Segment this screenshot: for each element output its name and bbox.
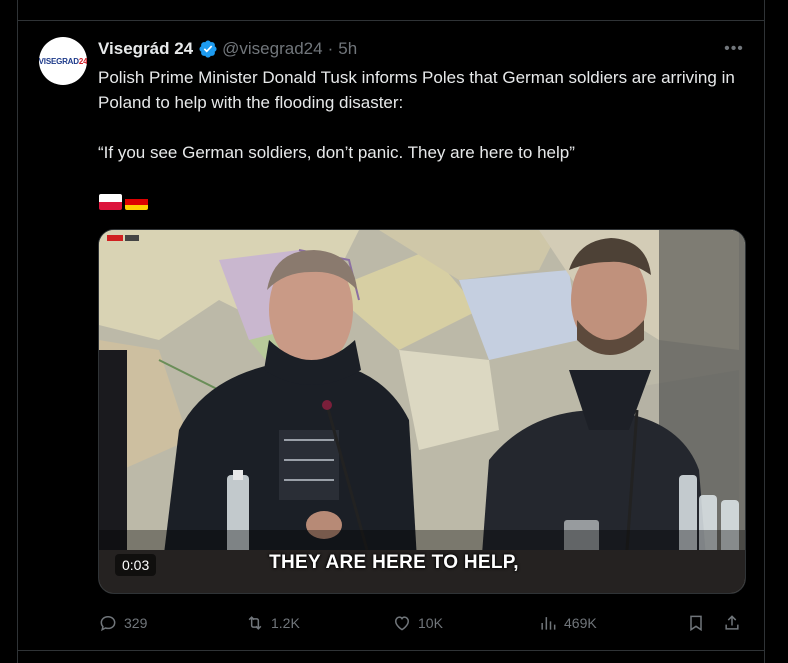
- tweet-actions: 329 1.2K 10K 469K: [98, 609, 748, 637]
- bookmark-button[interactable]: [686, 609, 712, 637]
- reply-button[interactable]: 329: [98, 609, 147, 637]
- views-button[interactable]: 469K: [538, 609, 597, 637]
- tweet-quote: “If you see German soldiers, don’t panic…: [98, 143, 575, 162]
- reply-count: 329: [124, 615, 148, 631]
- like-button[interactable]: 10K: [392, 609, 443, 637]
- tweet-header: Visegrád 24 @visegrad24 · 5h: [98, 37, 357, 61]
- avatar-logo: VISEGRAD24: [39, 56, 87, 66]
- share-icon: [725, 615, 739, 630]
- avatar[interactable]: VISEGRAD24: [39, 37, 87, 85]
- separator-dot: ·: [327, 39, 334, 58]
- tweet-text-line: Polish Prime Minister Donald Tusk inform…: [98, 68, 735, 112]
- reply-icon: [100, 615, 116, 632]
- bookmark-icon: [690, 615, 702, 632]
- share-button[interactable]: [722, 609, 748, 637]
- repost-icon: [248, 616, 262, 630]
- repost-button[interactable]: 1.2K: [245, 609, 300, 637]
- like-count: 10K: [418, 615, 443, 631]
- heart-icon: [394, 616, 410, 631]
- views-count: 469K: [564, 615, 597, 631]
- more-icon[interactable]: •••: [722, 40, 746, 60]
- germany-flag-icon: [125, 194, 148, 210]
- repost-count: 1.2K: [271, 615, 300, 631]
- verified-badge-icon: [199, 40, 217, 58]
- timestamp[interactable]: 5h: [338, 39, 357, 59]
- views-icon: [541, 617, 556, 630]
- bottom-divider: [17, 650, 764, 651]
- video-player[interactable]: [98, 229, 746, 594]
- display-name[interactable]: Visegrád 24: [98, 39, 193, 59]
- video-frame: [99, 230, 745, 593]
- top-divider: [17, 20, 764, 21]
- video-timestamp: 0:03: [115, 554, 157, 576]
- tweet-text: Polish Prime Minister Donald Tusk inform…: [98, 65, 748, 165]
- handle[interactable]: @visegrad24: [222, 39, 322, 59]
- poland-flag-icon: [99, 194, 122, 210]
- flag-emojis: [99, 194, 148, 210]
